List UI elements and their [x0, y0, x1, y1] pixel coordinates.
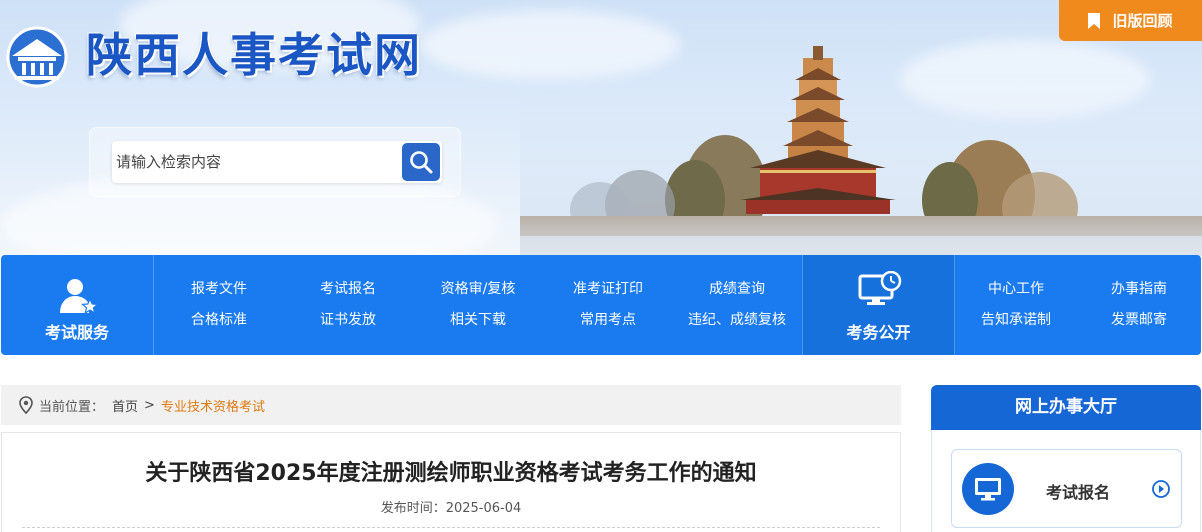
nav-link-invoice-mail[interactable]: 发票邮寄	[1094, 310, 1184, 330]
site-title: 陕西人事考试网	[86, 28, 422, 82]
header-banner: 陕西人事考试网	[0, 0, 1202, 256]
breadcrumb-label: 当前位置：	[39, 399, 105, 415]
nav-link-pass-standard[interactable]: 合格标准	[174, 310, 264, 330]
arrow-right-circle-icon	[1152, 480, 1170, 498]
nav-link-violation-review[interactable]: 违纪、成绩复核	[677, 310, 797, 330]
nav-link-certificate-issue[interactable]: 证书发放	[303, 310, 393, 330]
nav-link-score-query[interactable]: 成绩查询	[687, 279, 787, 299]
monitor-icon	[962, 463, 1014, 515]
user-star-icon	[60, 279, 98, 315]
nav-exam-public[interactable]: 考务公开	[802, 255, 955, 355]
nav-link-qualification-review[interactable]: 资格审/复核	[428, 279, 528, 299]
breadcrumb: 当前位置： 首页 > 专业技术资格考试	[1, 385, 901, 425]
publish-date: 2025-06-04	[445, 501, 522, 516]
location-pin-icon	[19, 396, 33, 414]
monitor-clock-icon	[858, 271, 902, 305]
nav-link-registration-docs[interactable]: 报考文件	[174, 279, 264, 299]
article-divider	[22, 527, 880, 528]
search-button[interactable]	[402, 143, 440, 181]
nav-exam-service[interactable]: 考试服务	[1, 255, 154, 355]
pagoda-illustration	[520, 40, 1202, 256]
nav-link-exam-sites[interactable]: 常用考点	[558, 310, 658, 330]
breadcrumb-home[interactable]: 首页	[112, 396, 138, 415]
sidebar-card-label: 考试报名	[1046, 483, 1111, 502]
publish-label: 发布时间：	[380, 501, 446, 516]
nav-link-commitment[interactable]: 告知承诺制	[966, 310, 1066, 330]
old-version-button[interactable]: 旧版回顾	[1059, 0, 1202, 41]
nav-exam-public-label: 考务公开	[846, 323, 911, 342]
search-box	[112, 141, 442, 183]
article-title: 关于陕西省2025年度注册测绘师职业资格考试考务工作的通知	[145, 461, 757, 486]
breadcrumb-current[interactable]: 专业技术资格考试	[161, 396, 265, 415]
breadcrumb-separator: >	[144, 397, 155, 413]
search-input[interactable]	[116, 141, 396, 183]
sidebar-exam-registration-card[interactable]: 考试报名	[951, 449, 1182, 528]
nav-exam-service-label: 考试服务	[44, 323, 109, 342]
search-icon	[410, 151, 433, 174]
nav-link-service-guide[interactable]: 办事指南	[1094, 279, 1184, 299]
sidebar-heading: 网上办事大厅	[931, 385, 1201, 430]
bookmark-icon	[1088, 12, 1101, 29]
nav-link-admission-ticket[interactable]: 准考证打印	[558, 279, 658, 299]
article-panel: 关于陕西省2025年度注册测绘师职业资格考试考务工作的通知 发布时间：2025-…	[1, 432, 901, 532]
site-logo-icon	[6, 26, 68, 88]
nav-link-exam-registration[interactable]: 考试报名	[303, 279, 393, 299]
article-publish-date: 发布时间：2025-06-04	[2, 497, 900, 516]
nav-link-downloads[interactable]: 相关下载	[428, 310, 528, 330]
old-version-label: 旧版回顾	[1112, 12, 1173, 30]
nav-link-center-work[interactable]: 中心工作	[971, 279, 1061, 299]
main-nav: 考试服务 报考文件 考试报名 资格审/复核 准考证打印 成绩查询 合格标准 证书…	[1, 255, 1201, 355]
